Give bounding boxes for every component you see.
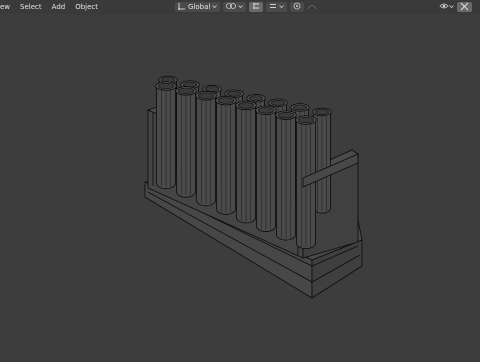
snap-toggle[interactable] bbox=[249, 2, 264, 12]
viewport-header: ew Select Add Object Global bbox=[0, 0, 480, 14]
pivot-icon bbox=[226, 2, 237, 12]
visibility-icon bbox=[439, 2, 449, 12]
chevron-down-icon bbox=[212, 3, 218, 11]
test-tube-front-3 bbox=[195, 91, 217, 207]
snap-target-dropdown[interactable] bbox=[266, 2, 288, 12]
proportional-falloff-icon bbox=[307, 2, 317, 12]
test-tube-front-6 bbox=[255, 105, 277, 232]
pivot-point-dropdown[interactable] bbox=[223, 2, 247, 12]
test-tube-front-4 bbox=[215, 95, 237, 215]
transform-orientation-icon bbox=[178, 2, 186, 12]
transform-orientation-label: Global bbox=[188, 3, 211, 11]
visibility-dropdown[interactable] bbox=[439, 2, 454, 12]
scene-wireframe bbox=[144, 75, 363, 299]
3d-viewport[interactable] bbox=[0, 14, 480, 360]
menu-add[interactable]: Add bbox=[47, 0, 71, 14]
proportional-edit-toggle[interactable] bbox=[290, 2, 305, 12]
snap-increment-icon bbox=[269, 2, 277, 12]
chevron-down-icon bbox=[449, 3, 454, 11]
gizmo-icon bbox=[460, 2, 469, 13]
transform-toolbar: Global bbox=[175, 2, 317, 12]
menu-select[interactable]: Select bbox=[15, 0, 47, 14]
chevron-down-icon bbox=[279, 3, 285, 11]
chevron-down-icon bbox=[238, 3, 244, 11]
header-menu: ew Select Add Object bbox=[0, 0, 103, 14]
test-tube-front-7 bbox=[275, 110, 297, 241]
viewport-overlays bbox=[439, 2, 472, 12]
menu-object[interactable]: Object bbox=[70, 0, 103, 14]
proportional-falloff-dropdown[interactable] bbox=[307, 2, 317, 12]
test-tube-front-1 bbox=[155, 81, 177, 190]
test-tube-front-5 bbox=[235, 100, 257, 224]
test-tube-front-2 bbox=[175, 86, 197, 198]
gizmo-toggle[interactable] bbox=[457, 2, 472, 12]
snap-icon bbox=[252, 2, 260, 12]
menu-view[interactable]: ew bbox=[0, 0, 15, 14]
transform-orientation-dropdown[interactable]: Global bbox=[175, 2, 221, 12]
proportional-edit-icon bbox=[293, 2, 301, 12]
